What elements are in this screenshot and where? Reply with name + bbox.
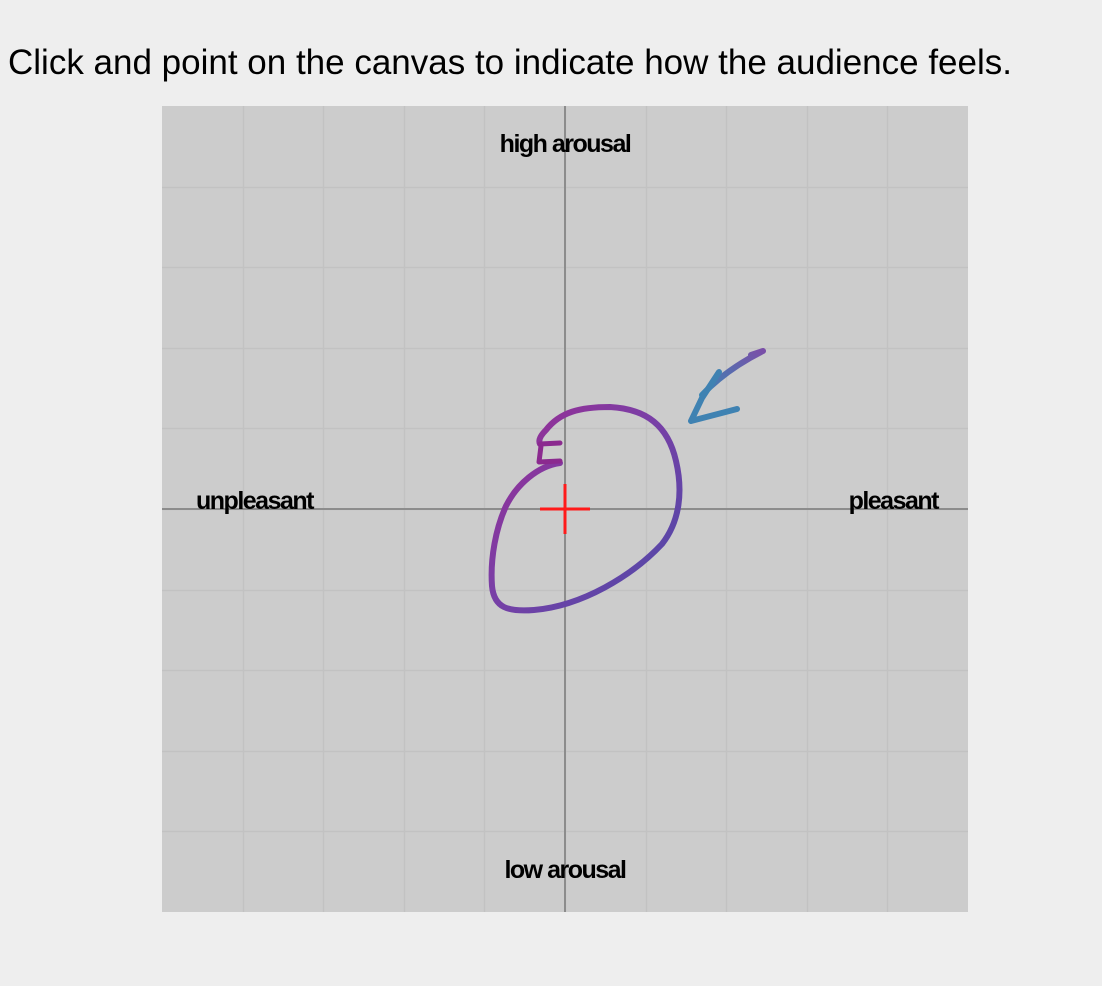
label-high-arousal: high arousal [500,130,631,158]
affect-grid-svg[interactable]: high arousal low arousal unpleasant plea… [162,106,968,912]
affect-grid-canvas[interactable]: high arousal low arousal unpleasant plea… [162,106,968,912]
label-low-arousal: low arousal [504,856,626,884]
instruction-text: Click and point on the canvas to indicat… [8,43,1012,82]
label-pleasant: pleasant [849,487,941,515]
label-unpleasant: unpleasant [196,487,315,515]
